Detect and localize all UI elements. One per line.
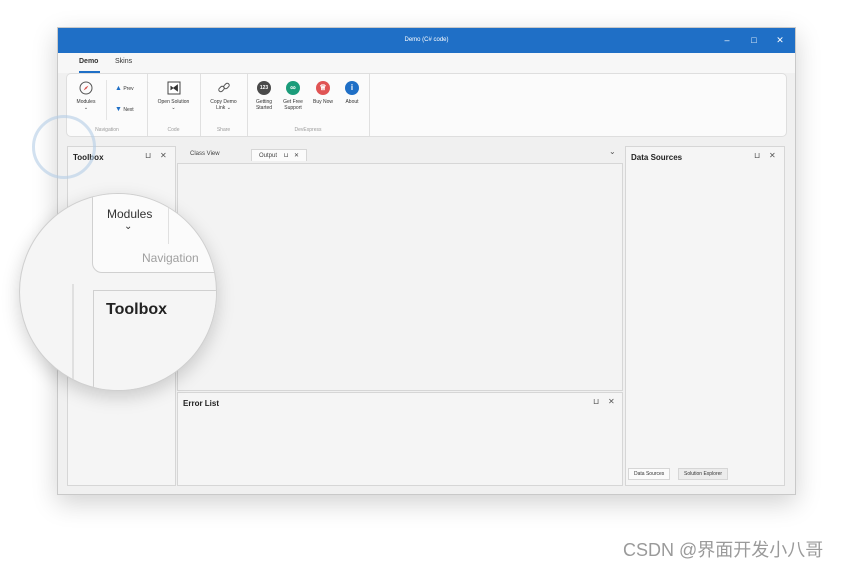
group-separator: [106, 80, 107, 120]
support-icon: ∞: [286, 81, 300, 95]
chevron-down-icon: ⌄: [124, 221, 133, 232]
magnified-modules-label: Modules: [107, 207, 153, 221]
open-solution-button[interactable]: Open Solution ⌄: [150, 81, 197, 111]
tab-demo[interactable]: Demo: [79, 58, 98, 65]
close-icon[interactable]: ✕: [767, 28, 793, 53]
next-button[interactable]: ▼ Next: [115, 106, 134, 113]
close-icon[interactable]: ✕: [769, 151, 776, 160]
copy-demo-link-label-2: Link: [216, 105, 226, 111]
minimize-icon[interactable]: –: [714, 28, 740, 53]
magnifier-lens: Modules ⌄ Navigation Toolbox: [19, 193, 217, 391]
pin-icon[interactable]: ⊔: [145, 151, 151, 160]
getting-started-button[interactable]: 123 Getting Started: [251, 81, 277, 111]
number-badge-icon: 123: [257, 81, 271, 95]
about-button[interactable]: i About: [340, 81, 364, 105]
getting-started-label-2: Started: [255, 105, 273, 111]
pin-icon[interactable]: ⊔: [754, 151, 760, 160]
next-label: Next: [123, 107, 134, 113]
copy-demo-link-button[interactable]: Copy Demo Link ⌄: [203, 81, 244, 111]
output-document: [177, 163, 623, 391]
title-bar: Demo (C# code) – □ ✕: [58, 28, 795, 53]
about-label: About: [345, 99, 359, 105]
prev-label: Prev: [123, 86, 134, 92]
close-icon[interactable]: ✕: [160, 151, 167, 160]
link-icon: [217, 82, 230, 93]
error-list-title: Error List: [183, 399, 220, 408]
ribbon-tab-strip: Demo Skins: [58, 53, 795, 73]
group-caption: Share: [216, 127, 231, 133]
document-tab-strip: Class View Output ⊔ ✕ ⌄: [177, 146, 622, 162]
group-share: Copy Demo Link ⌄ Share: [200, 74, 248, 136]
tab-solution-explorer[interactable]: Solution Explorer: [678, 468, 729, 480]
get-free-support-label-2: Support: [284, 105, 302, 111]
magnified-navigation-caption: Navigation: [142, 251, 199, 265]
pin-icon[interactable]: ⊔: [284, 153, 289, 159]
buy-now-button[interactable]: ♕ Buy Now: [309, 81, 337, 105]
close-icon[interactable]: ✕: [608, 397, 615, 406]
ribbon-panel: Modules ⌄ ▲ Prev ▼ Next Navigation Open …: [66, 73, 787, 137]
window-title: Demo (C# code): [404, 37, 449, 43]
compass-icon: [79, 81, 93, 95]
chevron-down-icon[interactable]: ⌄: [609, 147, 616, 156]
close-icon[interactable]: ✕: [294, 153, 299, 159]
group-caption: Code: [167, 127, 180, 133]
get-free-support-button[interactable]: ∞ Get Free Support: [280, 81, 306, 111]
chevron-down-icon: ⌄: [83, 105, 89, 111]
data-sources-title: Data Sources: [631, 153, 683, 162]
maximize-icon[interactable]: □: [741, 28, 767, 53]
chevron-down-icon: ⌄: [171, 105, 176, 111]
magnified-border: [72, 284, 74, 390]
buy-now-label: Buy Now: [312, 99, 333, 105]
group-separator: [168, 194, 169, 244]
info-icon: i: [345, 81, 359, 95]
triangle-down-icon: ▼: [115, 106, 122, 113]
group-code: Open Solution ⌄ Code: [147, 74, 201, 136]
magnified-toolbox-title: Toolbox: [106, 301, 168, 318]
triangle-up-icon: ▲: [115, 85, 122, 92]
tab-skins[interactable]: Skins: [115, 58, 132, 65]
prev-button[interactable]: ▲ Prev: [115, 85, 134, 92]
pin-icon[interactable]: ⊔: [593, 397, 599, 406]
group-devexpress: 123 Getting Started ∞ Get Free Support ♕…: [247, 74, 370, 136]
tab-data-sources[interactable]: Data Sources: [628, 468, 671, 480]
tab-class-view[interactable]: Class View: [183, 149, 227, 159]
error-list-panel: Error List ⊔ ✕: [177, 392, 623, 486]
modules-button[interactable]: Modules ⌄: [72, 81, 100, 111]
visual-studio-icon: [167, 81, 180, 95]
watermark: CSDN @界面开发小八哥: [623, 540, 824, 560]
chevron-down-icon: ⌄: [226, 105, 231, 111]
group-caption: DevExpress: [294, 127, 322, 133]
tab-output-label: Output: [259, 153, 278, 159]
data-sources-panel: Data Sources ⊔ ✕ Data Sources Solution E…: [625, 146, 785, 486]
tab-output[interactable]: Output ⊔ ✕: [251, 149, 308, 161]
crown-icon: ♕: [316, 81, 330, 95]
focus-highlight: [32, 115, 96, 179]
